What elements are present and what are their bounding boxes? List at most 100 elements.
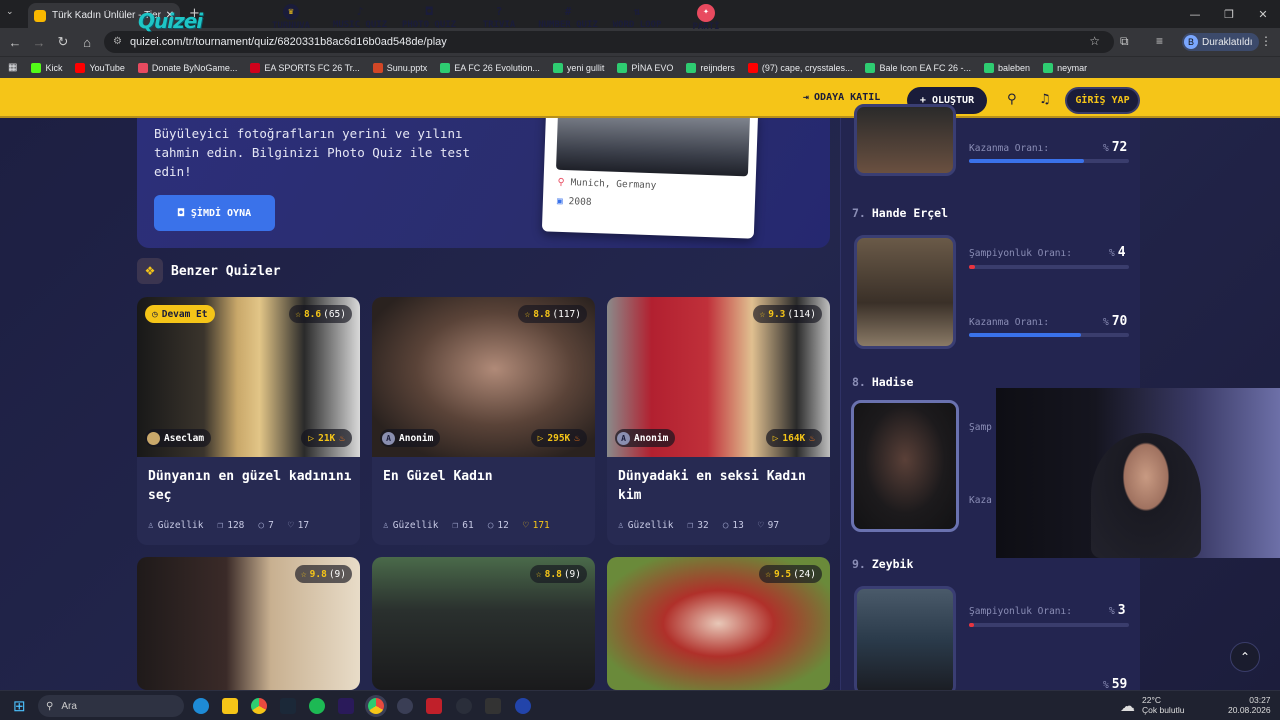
- quiz-card[interactable]: ☆ 9.3 (114) A Anonim ▷ 164K ♨ Dünyadaki en se…: [607, 297, 830, 545]
- premiere-icon[interactable]: [338, 698, 354, 714]
- epic-games-icon[interactable]: [485, 698, 501, 714]
- steam-icon[interactable]: [280, 698, 296, 714]
- champion-rate-bar: [969, 623, 1129, 627]
- nav-photo-quiz[interactable]: ◘ PHOTO QUIZ: [398, 4, 460, 30]
- edge-icon[interactable]: [193, 698, 209, 714]
- weather-widget[interactable]: 22°C Çok bulutlu: [1142, 695, 1185, 715]
- menu-icon[interactable]: ⋮: [1260, 34, 1272, 48]
- taskbar-search-text: Ara: [61, 700, 77, 712]
- system-clock[interactable]: 03:27 20.08.2026: [1228, 695, 1271, 715]
- close-window-icon[interactable]: ✕: [1246, 8, 1280, 21]
- nav-trivia[interactable]: ? TRIVIA: [478, 4, 520, 30]
- contestant-photo[interactable]: [854, 235, 956, 349]
- obs-icon[interactable]: [397, 698, 413, 714]
- ea-app-icon[interactable]: [515, 698, 531, 714]
- profile-button[interactable]: B Duraklatıldı: [1182, 33, 1259, 51]
- bookmark-item[interactable]: Kick: [31, 62, 62, 73]
- photo-year: ▣ 2008: [557, 196, 592, 208]
- forward-icon[interactable]: →: [27, 35, 51, 50]
- site-info-icon[interactable]: ⚙: [113, 36, 122, 47]
- nav-turnuva[interactable]: ♛ TURNUVA: [268, 4, 314, 31]
- nav-number-quiz[interactable]: # NUMBER QUIZ: [534, 4, 602, 30]
- champion-rate-value: % 3: [1109, 603, 1126, 618]
- author-badge[interactable]: A Anonim: [380, 429, 441, 447]
- bell-icon[interactable]: ♫: [1039, 92, 1051, 107]
- bookmark-item[interactable]: neymar: [1043, 62, 1087, 73]
- heart-icon[interactable]: ♡: [523, 520, 529, 531]
- star-icon: ☆: [759, 308, 766, 320]
- quiz-card[interactable]: ◷ Devam Et ☆ 8.6 (65) Aseclam ▷ 21K ♨ Dünyanı…: [137, 297, 360, 545]
- heart-icon[interactable]: ♡: [758, 520, 764, 531]
- app-icon[interactable]: [456, 698, 472, 714]
- bookmark-item[interactable]: PİNA EVO: [617, 62, 673, 73]
- bookmark-favicon-icon: [865, 62, 876, 73]
- minimize-icon[interactable]: —: [1178, 8, 1212, 21]
- search-icon[interactable]: ⚲: [1007, 92, 1017, 107]
- bookmark-item[interactable]: Bale Icon EA FC 26 -...: [865, 62, 971, 73]
- nav-music-quiz[interactable]: ♪ MUSIC QUIZ: [328, 4, 392, 30]
- spotify-icon[interactable]: [309, 698, 325, 714]
- comment-icon: ○: [487, 520, 494, 531]
- nav-parti[interactable]: ✦ PARTİ: [688, 4, 724, 32]
- bookmark-item[interactable]: reijnders: [686, 62, 735, 73]
- contestant-photo[interactable]: [854, 104, 956, 176]
- rating-value: 8.8: [533, 308, 551, 320]
- location-text: Munich, Germany: [570, 177, 657, 192]
- author-badge[interactable]: A Anonim: [615, 429, 676, 447]
- quiz-card[interactable]: ☆ 8.8 (117) A Anonim ▷ 295K ♨ En Güzel Kadın …: [372, 297, 595, 545]
- nav-word-loop[interactable]: ⇅ WORD LOOP: [608, 4, 666, 30]
- quiz-card[interactable]: ☆ 8.8 (9): [372, 557, 595, 690]
- play-icon: ▷: [537, 432, 544, 444]
- section-title: Benzer Quizler: [171, 263, 281, 279]
- bookmark-item[interactable]: YouTube: [75, 62, 125, 73]
- bookmark-item[interactable]: baleben: [984, 62, 1030, 73]
- bookmark-item[interactable]: yeni gullit: [552, 62, 604, 73]
- restore-icon[interactable]: ❐: [1212, 8, 1246, 21]
- quiz-card[interactable]: ☆ 9.5 (24): [607, 557, 830, 690]
- quizei-logo[interactable]: Quizei: [138, 9, 203, 33]
- chrome-icon[interactable]: [251, 698, 267, 714]
- url-bar[interactable]: ⚙ quizei.com/tr/tournament/quiz/6820331b…: [104, 31, 1114, 53]
- tab-search-icon[interactable]: ⌄: [6, 7, 14, 17]
- bookmark-star-icon[interactable]: ☆: [1089, 34, 1100, 48]
- reading-list-icon[interactable]: ≡: [1156, 34, 1163, 48]
- quiz-title[interactable]: Dünyanın en güzel kadınını seç: [148, 467, 353, 505]
- apps-grid-icon[interactable]: ▦: [8, 62, 17, 73]
- app-icon[interactable]: [426, 698, 442, 714]
- bookmark-item[interactable]: EA FC 26 Evolution...: [440, 62, 540, 73]
- contestant-name: Zeybik: [871, 557, 914, 571]
- heart-icon[interactable]: ♡: [288, 520, 294, 531]
- chrome-active-icon[interactable]: [368, 698, 384, 714]
- author-badge[interactable]: Aseclam: [145, 429, 212, 447]
- home-icon[interactable]: ⌂: [75, 35, 99, 50]
- quiz-title[interactable]: Dünyadaki en seksi Kadın kim: [618, 467, 823, 505]
- login-button[interactable]: GİRİŞ YAP: [1065, 87, 1140, 114]
- bookmark-item[interactable]: (97) cape, crysstales...: [747, 62, 852, 73]
- join-room-button[interactable]: ⇥ ODAYA KATIL: [803, 92, 880, 103]
- reload-icon[interactable]: ↻: [51, 34, 75, 50]
- bookmark-label: Sunu.pptx: [386, 62, 428, 73]
- items-count: 61: [462, 520, 474, 531]
- play-now-button[interactable]: ◘ ŞİMDİ OYNA: [154, 195, 275, 231]
- bookmark-label: EA SPORTS FC 26 Tr...: [264, 62, 360, 73]
- comments-count: 12: [497, 520, 509, 531]
- windows-start-icon[interactable]: ⊞: [13, 697, 26, 715]
- taskbar-search[interactable]: ⚲ Ara: [38, 695, 184, 717]
- contestant-photo[interactable]: [854, 586, 956, 696]
- scroll-to-top-button[interactable]: ⌃: [1230, 642, 1260, 672]
- bookmark-item[interactable]: Donate ByNoGame...: [137, 62, 237, 73]
- bookmark-item[interactable]: EA SPORTS FC 26 Tr...: [250, 62, 360, 73]
- contestant-photo[interactable]: [851, 400, 959, 532]
- file-explorer-icon[interactable]: [222, 698, 238, 714]
- rank-number: 7.: [852, 206, 866, 220]
- nav-label: TRIVIA: [482, 20, 516, 30]
- plays-count: 21K: [318, 432, 336, 444]
- rating-value: 9.5: [773, 568, 792, 580]
- quiz-card[interactable]: ☆ 9.8 (9): [137, 557, 360, 690]
- bookmark-label: reijnders: [700, 62, 735, 73]
- back-icon[interactable]: ←: [3, 35, 27, 50]
- bookmark-item[interactable]: Sunu.pptx: [372, 62, 428, 73]
- quiz-title[interactable]: En Güzel Kadın: [383, 467, 588, 486]
- join-room-label: ODAYA KATIL: [814, 92, 881, 103]
- extensions-icon[interactable]: ⧉: [1120, 34, 1129, 49]
